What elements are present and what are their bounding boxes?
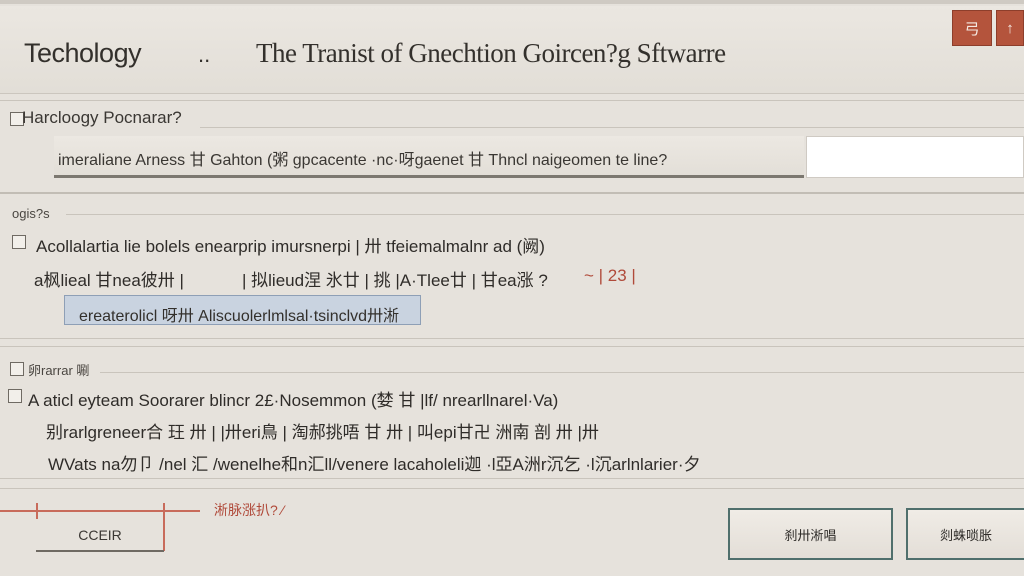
close-button[interactable]: ↑ <box>996 10 1024 46</box>
title-separator: .. <box>198 42 211 67</box>
line-one-checkbox[interactable] <box>12 235 26 249</box>
section-three-checkbox[interactable] <box>10 362 24 376</box>
selected-option-label: ereaterolicl 呀卅 Aliscuolerlmlsal·tsinclv… <box>79 308 400 325</box>
document-title: The Tranist of Gnechtion Goircen?g Sftwa… <box>256 38 726 68</box>
option-detail-line: 别rarlgreneer合 玨 卅 | |卅eri鳥 | 淘郝挑唔 甘 卅 | … <box>46 423 599 442</box>
description-line: Acollalartia lie bolels enearprip imursn… <box>36 237 545 256</box>
top-border <box>0 0 1024 4</box>
option-checkbox[interactable] <box>8 389 22 403</box>
section-three-heading: 卵rarrar 唰 <box>28 363 90 378</box>
divider <box>0 192 1024 194</box>
section-one-heading: Harcloogy Pocnarar? <box>22 108 182 127</box>
detail-line-left: a枫lieal 甘nea彼卅 | <box>34 271 184 290</box>
query-input-row[interactable]: imeraliane Arness 甘 Gahton (粥 gpcacente … <box>54 136 804 178</box>
window-controls: 弓 ↑ <box>952 10 1024 46</box>
divider <box>0 338 1024 339</box>
divider <box>100 372 1024 373</box>
divider <box>200 127 1024 128</box>
divider <box>0 478 1024 479</box>
option-note-line: WVats na勿卩 /nel 汇 /wenelhe和n汇ll/venere l… <box>48 455 701 474</box>
secondary-button[interactable]: 剡蛛唢胀 <box>906 508 1024 560</box>
primary-button[interactable]: 刹卅淅唱 <box>728 508 893 560</box>
detail-line-middle: | 拟lieud涅 氷廿 | 挑 |A·Tlee廿 | 甘ea涨 ? <box>242 271 548 290</box>
cancel-field[interactable]: CCEIR <box>36 520 164 552</box>
divider <box>0 488 1024 489</box>
title-bar: Techology .. The Tranist of Gnechtion Go… <box>0 6 1024 94</box>
detail-line-status: ~ | 23 | <box>584 266 636 285</box>
footer-marker-line <box>0 510 200 512</box>
divider <box>0 100 1024 101</box>
divider <box>66 214 1024 215</box>
minimize-button[interactable]: 弓 <box>952 10 992 46</box>
section-two-heading: ogis?s <box>12 206 50 221</box>
app-title: Techology <box>24 38 142 68</box>
footer-marker-tick <box>36 503 38 519</box>
query-input-text: imeraliane Arness 甘 Gahton (粥 gpcacente … <box>58 152 668 169</box>
footer-note: 淅脉涨扒? ⁄ <box>214 502 285 518</box>
text-input[interactable] <box>806 136 1024 178</box>
option-line: A aticl eyteam Soorarer blincr 2£·Nosemm… <box>28 391 559 410</box>
divider <box>0 346 1024 347</box>
selected-option[interactable]: ereaterolicl 呀卅 Aliscuolerlmlsal·tsinclv… <box>64 295 421 325</box>
